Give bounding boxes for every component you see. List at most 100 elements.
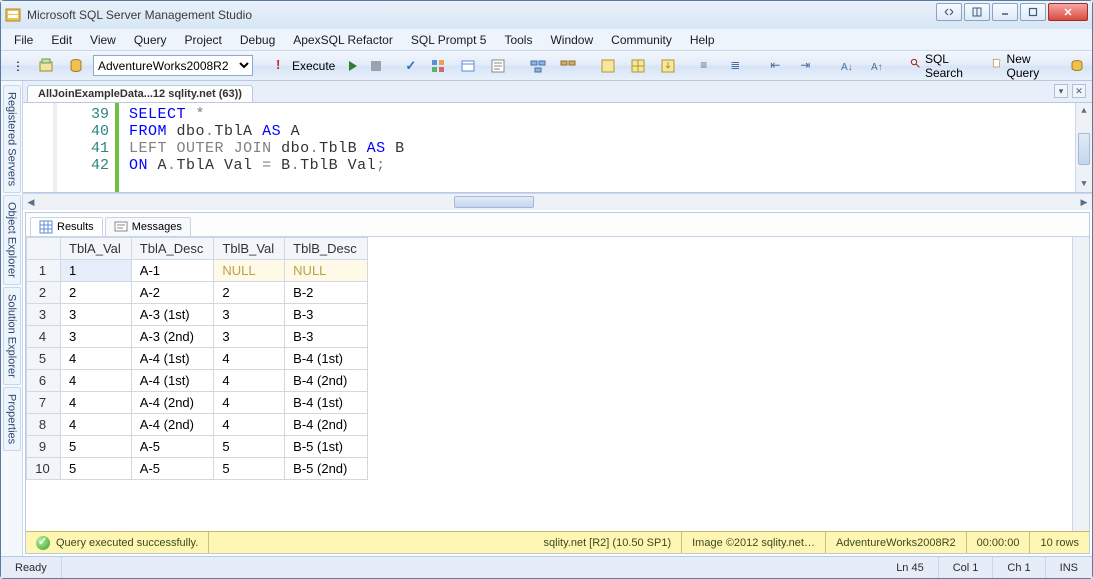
editor-vertical-scrollbar[interactable]: ▲ ▼ [1075, 103, 1092, 192]
grid-cell[interactable]: 5 [214, 436, 285, 458]
uncomment-button[interactable]: ≣ [725, 55, 751, 77]
code-line[interactable]: SELECT * [129, 106, 1092, 123]
grid-cell[interactable]: B-5 (1st) [285, 436, 368, 458]
row-number[interactable]: 7 [27, 392, 61, 414]
menu-help[interactable]: Help [681, 30, 724, 50]
grid-cell[interactable]: A-5 [131, 436, 214, 458]
row-number[interactable]: 10 [27, 458, 61, 480]
grid-cell[interactable]: B-3 [285, 326, 368, 348]
side-tab-object-explorer[interactable]: Object Explorer [3, 195, 21, 285]
grid-cell[interactable]: A-4 (2nd) [131, 392, 214, 414]
grid-cell[interactable]: 4 [61, 392, 132, 414]
scroll-down-icon[interactable]: ▼ [1076, 176, 1092, 192]
column-header[interactable]: TblA_Desc [131, 238, 214, 260]
grid-cell[interactable]: 4 [61, 348, 132, 370]
intellisense-button[interactable] [485, 55, 511, 77]
editor-horizontal-scrollbar[interactable]: ◀ ▶ [23, 193, 1092, 210]
query-options-button[interactable] [455, 55, 481, 77]
side-tab-solution-explorer[interactable]: Solution Explorer [3, 287, 21, 385]
menu-project[interactable]: Project [176, 30, 231, 50]
grid-cell[interactable]: NULL [214, 260, 285, 282]
results-to-text-button[interactable] [595, 55, 621, 77]
change-connection-button[interactable] [33, 55, 59, 77]
scroll-thumb[interactable] [1078, 133, 1090, 165]
table-row[interactable]: 22A-22B-2 [27, 282, 368, 304]
results-to-file-button[interactable] [655, 55, 681, 77]
comment-button[interactable]: ≡ [695, 55, 721, 77]
table-row[interactable]: 33A-3 (1st)3B-3 [27, 304, 368, 326]
grid-cell[interactable]: B-5 (2nd) [285, 458, 368, 480]
menu-file[interactable]: File [5, 30, 42, 50]
grid-cell[interactable]: B-2 [285, 282, 368, 304]
grid-cell[interactable]: 4 [214, 392, 285, 414]
grid-cell[interactable]: NULL [285, 260, 368, 282]
execute-button[interactable]: Execute [267, 55, 340, 77]
menu-edit[interactable]: Edit [42, 30, 81, 50]
grid-cell[interactable]: 4 [61, 370, 132, 392]
grid-cell[interactable]: 5 [61, 436, 132, 458]
grid-cell[interactable]: A-4 (2nd) [131, 414, 214, 436]
menu-sqlprompt[interactable]: SQL Prompt 5 [402, 30, 496, 50]
code-content[interactable]: SELECT *FROM dbo.TblA AS ALEFT OUTER JOI… [119, 103, 1092, 192]
decrease-indent-button[interactable]: ⇤ [765, 55, 791, 77]
row-number[interactable]: 1 [27, 260, 61, 282]
results-vertical-scrollbar[interactable] [1072, 237, 1089, 531]
table-row[interactable]: 54A-4 (1st)4B-4 (1st) [27, 348, 368, 370]
sql-search-button[interactable]: SQL Search [905, 55, 973, 77]
tab-messages[interactable]: Messages [105, 217, 191, 236]
stop-button[interactable] [366, 55, 386, 77]
grid-cell[interactable]: B-4 (2nd) [285, 414, 368, 436]
grid-cell[interactable]: 5 [214, 458, 285, 480]
menu-query[interactable]: Query [125, 30, 176, 50]
grid-cell[interactable]: A-4 (1st) [131, 348, 214, 370]
results-grid[interactable]: TblA_ValTblA_DescTblB_ValTblB_Desc11A-1N… [26, 237, 368, 480]
side-tab-registered-servers[interactable]: Registered Servers [3, 85, 21, 193]
new-query-button[interactable]: New Query [987, 55, 1050, 77]
scroll-up-icon[interactable]: ▲ [1076, 103, 1092, 119]
table-row[interactable]: 84A-4 (2nd)4B-4 (2nd) [27, 414, 368, 436]
row-number[interactable]: 6 [27, 370, 61, 392]
column-header[interactable]: TblB_Val [214, 238, 285, 260]
row-number[interactable]: 4 [27, 326, 61, 348]
code-line[interactable]: FROM dbo.TblA AS A [129, 123, 1092, 140]
grid-cell[interactable]: 3 [214, 326, 285, 348]
scroll-thumb[interactable] [454, 196, 534, 208]
menu-debug[interactable]: Debug [231, 30, 284, 50]
sql-editor[interactable]: 39404142 SELECT *FROM dbo.TblA AS ALEFT … [23, 103, 1092, 193]
grid-cell[interactable]: 5 [61, 458, 132, 480]
scroll-left-icon[interactable]: ◀ [23, 197, 39, 208]
menu-apexsql[interactable]: ApexSQL Refactor [284, 30, 402, 50]
available-databases-button[interactable] [63, 55, 89, 77]
row-number[interactable]: 8 [27, 414, 61, 436]
grid-cell[interactable]: 4 [61, 414, 132, 436]
include-actual-plan-button[interactable] [525, 55, 551, 77]
grid-cell[interactable]: 2 [61, 282, 132, 304]
row-number[interactable]: 9 [27, 436, 61, 458]
column-header[interactable]: TblB_Desc [285, 238, 368, 260]
grid-cell[interactable]: B-4 (2nd) [285, 370, 368, 392]
maximize-button[interactable] [1020, 3, 1046, 21]
close-button[interactable] [1048, 3, 1088, 21]
grid-cell[interactable]: A-3 (2nd) [131, 326, 214, 348]
grid-cell[interactable]: A-3 (1st) [131, 304, 214, 326]
database-selector[interactable]: AdventureWorks2008R2 [93, 55, 253, 76]
grid-cell[interactable]: A-5 [131, 458, 214, 480]
document-tab[interactable]: AllJoinExampleData...12 sqlity.net (63)) [27, 85, 253, 102]
row-number[interactable]: 3 [27, 304, 61, 326]
specify-values-button[interactable]: A↑ [865, 55, 891, 77]
code-line[interactable]: LEFT OUTER JOIN dbo.TblB AS B [129, 140, 1092, 157]
grid-cell[interactable]: 3 [61, 326, 132, 348]
code-line[interactable]: ON A.TblA Val = B.TblB Val; [129, 157, 1092, 174]
grid-cell[interactable]: 3 [214, 304, 285, 326]
row-number[interactable]: 2 [27, 282, 61, 304]
table-row[interactable]: 74A-4 (2nd)4B-4 (1st) [27, 392, 368, 414]
scroll-track[interactable] [39, 194, 1076, 210]
column-header[interactable]: TblA_Val [61, 238, 132, 260]
side-tab-properties[interactable]: Properties [3, 387, 21, 451]
debug-button[interactable] [344, 55, 362, 77]
results-to-grid-button[interactable] [625, 55, 651, 77]
grid-cell[interactable]: B-4 (1st) [285, 392, 368, 414]
grid-cell[interactable]: A-4 (1st) [131, 370, 214, 392]
table-row[interactable]: 43A-3 (2nd)3B-3 [27, 326, 368, 348]
parse-button[interactable]: ✓ [400, 55, 421, 77]
